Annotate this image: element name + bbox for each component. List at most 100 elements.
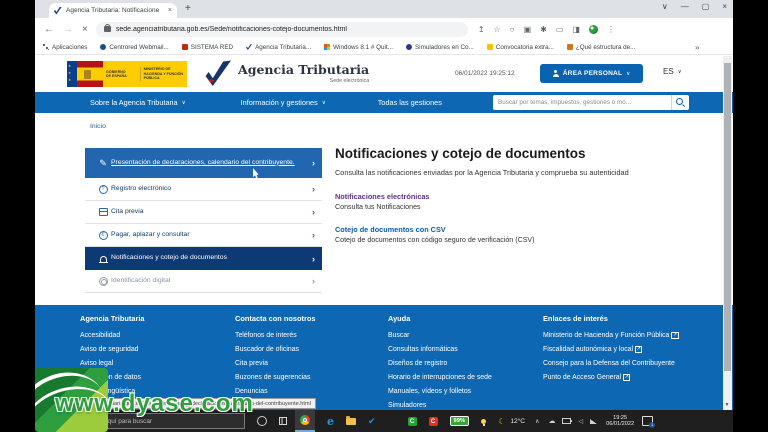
nav-informacion-gestiones[interactable]: Información y gestiones∨ [241, 98, 326, 107]
bookmark-item[interactable]: ¿Qué estructura de... [567, 44, 636, 51]
chrome-icon [300, 415, 310, 425]
tray-chevron-up-icon[interactable]: ∧ [535, 418, 539, 425]
volume-icon[interactable]: ◁ [578, 418, 583, 425]
onedrive-icon[interactable]: ☁ [548, 417, 555, 425]
network-icon[interactable] [590, 419, 597, 424]
weather-temperature[interactable]: 12°C [510, 418, 525, 425]
link-description: Cotejo de documentos con código seguro d… [335, 236, 725, 244]
browser-menu-icon[interactable]: ⋮ [607, 25, 615, 34]
browser-tabstrip: Agencia Tributaria: Notificacione × + ∨ … [35, 0, 733, 18]
side-panel-icon[interactable]: ◨ [572, 25, 580, 34]
scrollbar-down-arrow-icon[interactable]: ▼ [725, 402, 730, 408]
browser-tab[interactable]: Agencia Tributaria: Notificacione × [49, 3, 177, 18]
footer-link[interactable]: Consultas informáticas [388, 346, 536, 355]
page-scrollbar[interactable]: ▼ [723, 56, 732, 410]
footer-link[interactable]: Simuladores [388, 402, 536, 410]
edge-icon[interactable]: e [327, 415, 334, 428]
main-navigation: Sobre la Agencia Tributaria∨ Información… [35, 92, 733, 113]
search-button[interactable] [671, 95, 689, 110]
share-icon[interactable]: ↥ [478, 25, 485, 34]
taskbar-clock[interactable]: 19:25 06/01/2022 [606, 415, 634, 428]
nav-sobre-la-agencia[interactable]: Sobre la Agencia Tributaria∨ [90, 98, 186, 107]
footer-link[interactable]: Buzones de sugerencias [235, 374, 380, 383]
bulb-icon [481, 419, 486, 424]
back-button[interactable]: ← [44, 24, 54, 35]
sidebar-item-identificacion-digital[interactable]: Identificación digital › [85, 270, 322, 293]
footer-link[interactable]: Manuales, vídeos y folletos [388, 388, 536, 397]
sidebar-item-registro-electronico[interactable]: ? Registro electrónico › [85, 178, 322, 201]
site-brand[interactable]: Agencia Tributaria Sede electrónica [238, 62, 369, 84]
new-tab-button[interactable]: + [185, 3, 191, 14]
pencil-icon: ✎ [95, 158, 111, 169]
extension-icon[interactable]: ▣ [524, 25, 532, 34]
bookmark-item[interactable]: SISTEMA RED [182, 44, 233, 51]
profile-avatar[interactable] [589, 25, 598, 34]
footer-link[interactable]: Fiscalidad autonómica y local↗ [543, 346, 698, 355]
bookmarks-overflow-icon[interactable]: » [695, 43, 699, 52]
camtasia-icon[interactable]: C [408, 417, 417, 426]
scrollbar-thumb[interactable] [724, 63, 731, 371]
blue-check-app-icon[interactable]: ✔ [368, 416, 376, 427]
footer-link[interactable]: Aviso de seguridad [80, 346, 220, 355]
lock-icon [104, 26, 111, 32]
ministry-label: MINISTERIO DE HACIENDA Y FUNCIÓN PÚBLICA [140, 67, 187, 80]
bookmark-item[interactable]: Centrored Webmail... [100, 44, 168, 51]
bookmark-favicon-icon [43, 44, 49, 50]
battery-level-badge[interactable]: 99% [450, 416, 470, 426]
stop-button[interactable]: × [82, 24, 88, 35]
action-center-icon[interactable]: 1 [642, 416, 653, 426]
language-selector[interactable]: ES ∨ [663, 67, 682, 76]
window-close-button[interactable]: × [722, 2, 727, 11]
chrome-taskbar-icon[interactable] [295, 410, 315, 432]
footer-link[interactable]: Buscador de oficinas [235, 346, 380, 355]
bookmark-item[interactable]: Convocatoria extra... [487, 44, 554, 51]
footer-link[interactable]: Horario de interrupciones de sede [388, 374, 536, 383]
battery-icon[interactable] [562, 418, 571, 424]
task-view-icon[interactable] [279, 417, 287, 425]
chevron-right-icon: › [312, 254, 315, 264]
footer-link[interactable]: Diseños de registro [388, 360, 536, 369]
sidebar-item-notificaciones-cotejo[interactable]: Notificaciones y cotejo de documentos › [85, 247, 322, 270]
file-explorer-icon[interactable] [346, 418, 356, 425]
extensions-pin-icon[interactable]: ✱ [540, 25, 547, 34]
cast-icon[interactable]: ▭ [556, 25, 564, 34]
bookmark-item[interactable]: Aplicaciones [43, 44, 87, 51]
footer-link[interactable]: Ministerio de Hacienda y Función Pública… [543, 332, 698, 341]
bookmark-item[interactable]: Windows 8.1 # Quit... [324, 44, 393, 51]
footer-link[interactable]: Accesibilidad [80, 332, 220, 341]
bookmark-item[interactable]: Agencia Tributaria... [246, 44, 311, 51]
sidebar-item-pagar-aplazar[interactable]: € Pagar, aplazar y consultar › [85, 224, 322, 247]
bookmark-item[interactable]: Simuladores en Co... [406, 44, 474, 51]
recorder-icon[interactable]: C [429, 417, 438, 426]
bookmark-star-icon[interactable]: ☆ [494, 25, 501, 34]
window-maximize-button[interactable]: ▢ [702, 2, 710, 11]
footer-link[interactable]: Denuncias [235, 388, 380, 397]
site-search-input[interactable] [493, 95, 671, 110]
footer-column-title: Ayuda [388, 314, 536, 323]
footer-link[interactable]: Teléfonos de interés [235, 332, 380, 341]
chevron-right-icon: › [312, 184, 315, 194]
cortana-icon[interactable] [257, 416, 267, 426]
footer-link[interactable]: Buscar [388, 332, 536, 341]
tab-close-icon[interactable]: × [168, 7, 172, 14]
link-notificaciones-electronicas[interactable]: Notificaciones electrónicas [335, 192, 725, 201]
window-minimize-button[interactable]: — [681, 2, 689, 11]
agencia-tributaria-logo-icon [205, 60, 231, 86]
sidebar-item-cita-previa[interactable]: Cita previa › [85, 201, 322, 224]
footer-link[interactable]: Punto de Acceso General↗ [543, 374, 698, 383]
profile-circle-icon[interactable]: ○ [510, 25, 515, 34]
footer-link[interactable]: Cita previa [235, 360, 380, 369]
moon-weather-icon[interactable]: ☾ [498, 417, 505, 426]
window-menu-chevron-icon[interactable]: ∨ [662, 2, 668, 11]
area-personal-button[interactable]: ÁREA PERSONAL ∨ [540, 64, 643, 83]
link-cotejo-documentos-csv[interactable]: Cotejo de documentos con CSV [335, 225, 725, 234]
sidebar-menu: ✎ Presentación de declaraciones, calenda… [85, 148, 322, 293]
url-bar[interactable]: sede.agenciatributaria.gob.es/Sede/notif… [96, 22, 468, 37]
agencia-tributaria-favicon-icon [54, 7, 62, 15]
pink-app-icon[interactable] [388, 417, 396, 425]
footer-link[interactable]: Consejo para la Defensa del Contribuyent… [543, 360, 698, 369]
sidebar-item-presentacion-declaraciones[interactable]: ✎ Presentación de declaraciones, calenda… [85, 148, 322, 178]
url-text[interactable]: sede.agenciatributaria.gob.es/Sede/notif… [116, 26, 347, 33]
nav-todas-las-gestiones[interactable]: Todas las gestiones [378, 98, 442, 107]
breadcrumb-inicio[interactable]: Inicio [90, 123, 106, 130]
